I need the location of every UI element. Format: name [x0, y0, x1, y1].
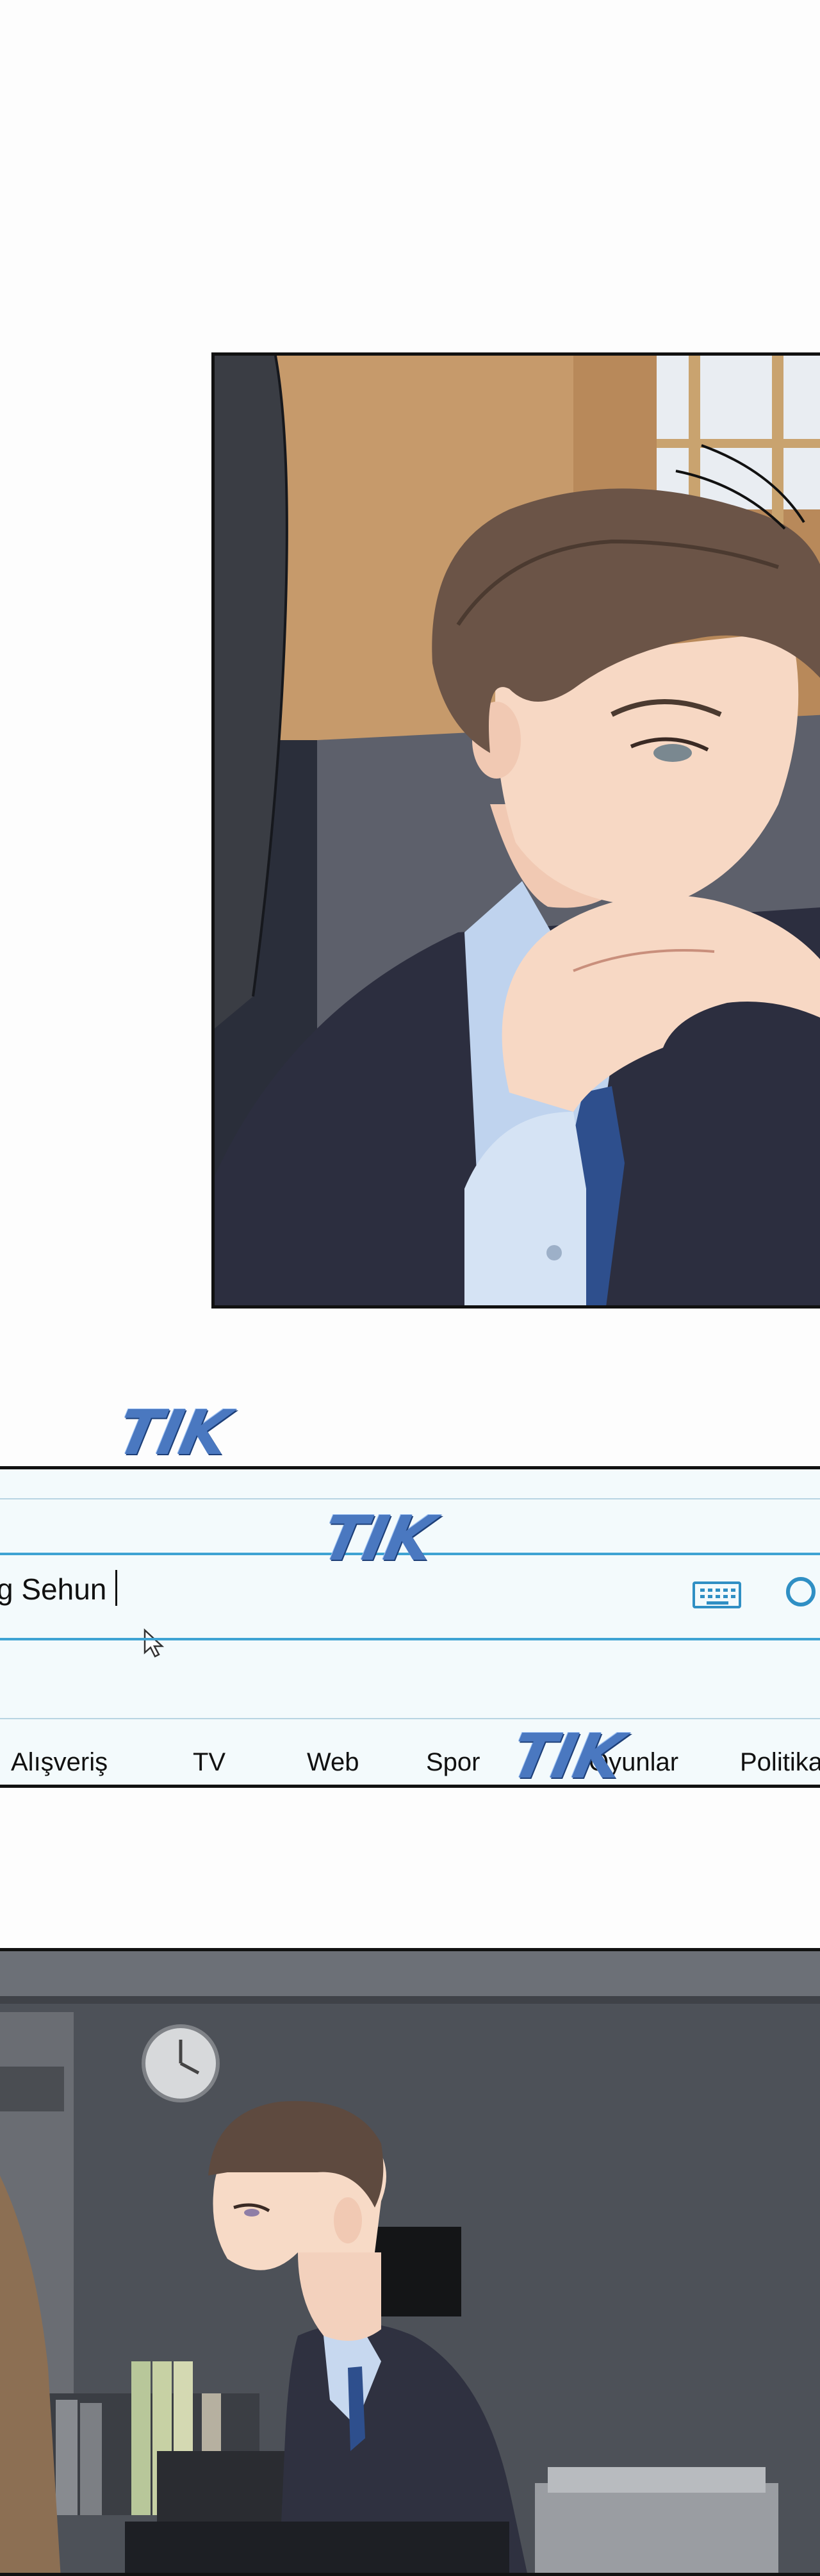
sfx-tik-3: TIK	[505, 1721, 629, 1792]
wall-clock-icon	[142, 2024, 220, 2102]
nav-item-spor[interactable]: Spor	[426, 1748, 480, 1777]
nav-item-alisveris[interactable]: Alışveriş	[11, 1748, 108, 1777]
sfx-tik-2: TIK	[316, 1503, 440, 1574]
divider	[0, 1718, 820, 1719]
comic-panel-office	[0, 1948, 820, 2576]
nav-item-web[interactable]: Web	[307, 1748, 359, 1777]
comic-panel-thinking	[211, 352, 820, 1309]
panel-illustration	[0, 1951, 820, 2573]
search-input[interactable]: g Sehun	[0, 1570, 118, 1606]
search-icon[interactable]	[786, 1577, 816, 1606]
keyboard-icon[interactable]	[693, 1581, 741, 1608]
text-cursor	[115, 1570, 118, 1606]
sfx-tik-1: TIK	[111, 1397, 235, 1469]
divider	[0, 1498, 820, 1499]
nav-item-politika[interactable]: Politika	[740, 1748, 820, 1777]
panel-illustration	[215, 356, 820, 1305]
search-query-text: g Sehun	[0, 1573, 107, 1606]
search-box-bottom-border	[0, 1638, 820, 1640]
mouse-pointer-icon	[144, 1628, 165, 1658]
nav-item-tv[interactable]: TV	[193, 1748, 226, 1777]
